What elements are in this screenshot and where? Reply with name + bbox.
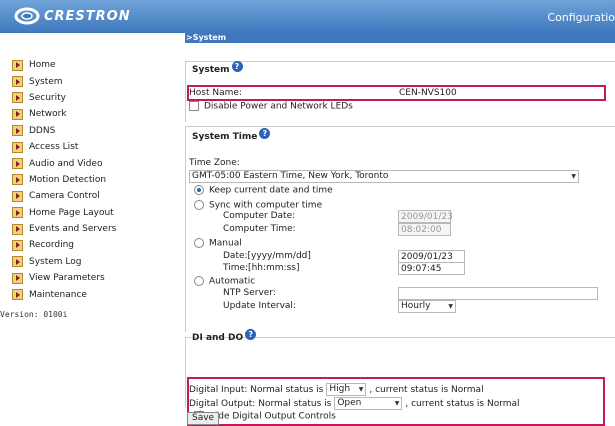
system-heading: System ? [192,61,243,75]
arrow-icon [12,92,23,104]
digital-input-label: Digital Input: Normal status is [189,384,324,395]
manual-time-radio[interactable] [194,238,204,248]
sidebar-item-system-log[interactable]: System Log [12,254,116,270]
arrow-icon [12,76,23,88]
digital-input-status: , current status is Normal [369,384,484,395]
update-interval-label: Update Interval: [223,301,296,311]
di-do-heading: DI and DO ? [192,329,257,343]
ntp-server-label: NTP Server: [223,288,276,298]
sidebar-item-network[interactable]: Network [12,106,116,122]
time-zone-value: GMT-05:00 Eastern Time, New York, Toront… [192,171,389,181]
sync-time-radio[interactable] [194,200,204,210]
computer-date-label: Computer Date: [223,211,296,221]
digital-output-value: Open [337,398,362,408]
sidebar-item-audio-video[interactable]: Audio and Video [12,155,116,171]
arrow-icon [12,174,23,186]
sidebar-item-ddns[interactable]: DDNS [12,123,116,139]
di-do-heading-text: DI and DO [192,332,244,343]
disable-leds-row[interactable]: Disable Power and Network LEDs [189,101,353,112]
keep-time-option[interactable]: Keep current date and time [194,185,333,196]
arrow-icon [12,272,23,284]
crestron-swirl-icon [14,7,40,25]
manual-time-option[interactable]: Manual [194,238,242,249]
header-bar: CRESTRON Configuratio [0,0,615,33]
manual-time-input[interactable]: 09:07:45 [398,262,465,275]
digital-input-row: Digital Input: Normal status is High ▼ ,… [189,383,484,396]
manual-time-label: Time:[hh:mm:ss] [223,263,300,273]
host-name-highlight [187,85,606,101]
sidebar-nav: Home System Security Network DDNS Access… [12,57,116,303]
system-time-heading-text: System Time [192,131,258,142]
host-name-label: Host Name: [189,88,242,98]
arrow-icon [12,59,23,71]
digital-output-select[interactable]: Open ▼ [334,397,403,410]
arrow-icon [12,190,23,202]
disable-leds-label: Disable Power and Network LEDs [204,101,353,112]
digital-output-row: Digital Output: Normal status is Open ▼ … [189,397,520,410]
update-interval-value: Hourly [401,301,431,311]
sidebar-item-access-list[interactable]: Access List [12,139,116,155]
arrow-icon [12,125,23,137]
arrow-icon [12,223,23,235]
keep-time-label: Keep current date and time [209,185,333,196]
computer-time-field: 08:02:00 [398,223,451,236]
sidebar-item-recording[interactable]: Recording [12,237,116,253]
chevron-down-icon: ▼ [448,303,453,310]
sidebar-item-system[interactable]: System [12,73,116,89]
sidebar-item-home[interactable]: Home [12,57,116,73]
manual-time-label: Manual [209,238,242,249]
chevron-down-icon: ▼ [394,400,400,407]
arrow-icon [12,289,23,301]
crestron-logo: CRESTRON [14,7,131,25]
manual-date-label: Date:[yyyy/mm/dd] [223,251,311,261]
digital-output-label: Digital Output: Normal status is [189,398,332,409]
arrow-icon [12,256,23,268]
system-heading-text: System [192,64,230,75]
automatic-time-label: Automatic [209,276,256,287]
time-zone-select[interactable]: GMT-05:00 Eastern Time, New York, Toront… [189,170,579,183]
automatic-time-radio[interactable] [194,276,204,286]
sidebar-item-maintenance[interactable]: Maintenance [12,286,116,302]
sidebar-item-motion-detection[interactable]: Motion Detection [12,172,116,188]
sidebar-item-camera-control[interactable]: Camera Control [12,188,116,204]
main-content: >System System ? Host Name: CEN-NVS100 D… [185,33,615,426]
sync-time-label: Sync with computer time [209,200,323,211]
keep-time-radio[interactable] [194,185,204,195]
save-button[interactable]: Save [187,412,220,425]
arrow-icon [12,141,23,153]
computer-date-field: 2009/01/23 [398,210,453,223]
arrow-icon [12,207,23,219]
hide-output-controls-label: Hide Digital Output Controls [209,411,336,422]
sidebar-item-security[interactable]: Security [12,90,116,106]
help-icon[interactable]: ? [259,128,271,139]
computer-time-label: Computer Time: [223,224,296,234]
digital-input-value: High [329,384,351,394]
sidebar: Home System Security Network DDNS Access… [0,33,183,423]
automatic-time-option[interactable]: Automatic [194,276,255,287]
disable-leds-checkbox[interactable] [189,101,199,111]
update-interval-select[interactable]: Hourly ▼ [398,300,456,313]
breadcrumb: >System [185,33,615,43]
ntp-server-input[interactable] [398,287,598,300]
time-zone-label: Time Zone: [189,158,240,168]
sidebar-item-view-parameters[interactable]: View Parameters [12,270,116,286]
digital-input-select[interactable]: High ▼ [326,383,367,396]
sidebar-item-home-page-layout[interactable]: Home Page Layout [12,205,116,221]
host-name-input[interactable]: CEN-NVS100 [399,88,457,98]
page-header-title: Configuratio [547,11,615,24]
help-icon[interactable]: ? [245,329,257,340]
sidebar-item-events-servers[interactable]: Events and Servers [12,221,116,237]
brand-name: CRESTRON [44,8,131,24]
version-text: Version: 0100i [0,310,68,319]
help-icon[interactable]: ? [231,61,243,72]
arrow-icon [12,108,23,120]
system-time-heading: System Time ? [192,128,271,142]
arrow-icon [12,239,23,251]
chevron-down-icon: ▼ [358,386,364,393]
sync-time-option[interactable]: Sync with computer time [194,200,322,211]
chevron-down-icon: ▼ [571,173,576,180]
arrow-icon [12,158,23,170]
digital-output-status: , current status is Normal [405,398,520,409]
